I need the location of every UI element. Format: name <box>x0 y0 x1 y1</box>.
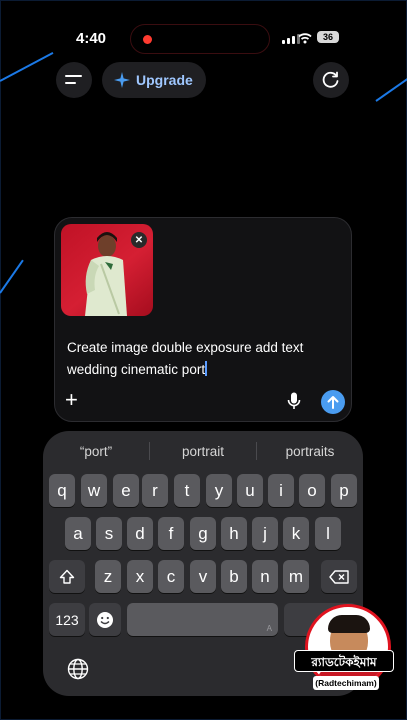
key[interactable]: p <box>331 474 357 507</box>
key[interactable]: q <box>49 474 75 507</box>
wifi-icon <box>298 33 312 44</box>
key[interactable]: m <box>283 560 309 593</box>
numbers-key[interactable]: 123 <box>49 603 85 636</box>
plus-icon: + <box>65 387 78 412</box>
creator-name: র‍্যাডটেকইমাম <box>294 650 394 672</box>
suggestion-item[interactable]: portraits <box>257 444 363 459</box>
key[interactable]: t <box>174 474 200 507</box>
suggestion-bar: “port” portrait portraits <box>43 439 363 463</box>
close-icon: ✕ <box>134 234 144 246</box>
space-key[interactable]: A <box>127 603 278 636</box>
prompt-text: Create image double exposure add text we… <box>67 340 304 377</box>
refresh-chat-icon <box>322 71 339 88</box>
shift-icon <box>59 569 75 584</box>
key[interactable]: h <box>221 517 247 550</box>
key[interactable]: v <box>190 560 216 593</box>
sparkle-icon <box>114 72 130 88</box>
battery-indicator: 36 <box>317 31 339 43</box>
backspace-key[interactable] <box>321 560 357 593</box>
text-cursor <box>205 361 207 376</box>
upgrade-button[interactable]: Upgrade <box>102 62 206 98</box>
dynamic-island <box>130 24 270 54</box>
key[interactable]: l <box>315 517 341 550</box>
status-bar: 4:40 36 <box>0 24 407 54</box>
menu-button[interactable] <box>56 62 92 98</box>
message-composer[interactable]: ✕ Create image double exposure add text … <box>54 217 352 422</box>
microphone-icon[interactable] <box>287 392 301 410</box>
clock: 4:40 <box>76 30 107 47</box>
key[interactable]: s <box>96 517 122 550</box>
key[interactable]: i <box>268 474 294 507</box>
key[interactable]: j <box>252 517 278 550</box>
key[interactable]: e <box>113 474 139 507</box>
key[interactable]: d <box>127 517 153 550</box>
menu-icon <box>65 75 82 84</box>
key[interactable]: a <box>65 517 91 550</box>
key[interactable]: n <box>252 560 278 593</box>
suggestion-item[interactable]: “port” <box>43 444 149 459</box>
globe-icon[interactable] <box>67 658 89 680</box>
avatar-hair <box>328 615 370 633</box>
emoji-key[interactable] <box>89 603 121 636</box>
recording-indicator-icon <box>143 35 152 44</box>
creator-handle: (Radtechimam) <box>313 676 379 690</box>
key[interactable]: o <box>299 474 325 507</box>
add-attachment-button[interactable]: + <box>65 389 78 411</box>
key[interactable]: x <box>127 560 153 593</box>
prompt-input[interactable]: Create image double exposure add text we… <box>67 337 337 381</box>
upgrade-label: Upgrade <box>136 72 193 88</box>
key[interactable]: y <box>206 474 232 507</box>
key[interactable]: w <box>81 474 107 507</box>
remove-attachment-button[interactable]: ✕ <box>131 232 147 248</box>
backspace-icon <box>329 569 349 584</box>
key[interactable]: u <box>237 474 263 507</box>
space-key-hint: A <box>266 624 272 633</box>
key[interactable]: b <box>221 560 247 593</box>
key[interactable]: c <box>158 560 184 593</box>
shift-key[interactable] <box>49 560 85 593</box>
key[interactable]: k <box>283 517 309 550</box>
key[interactable]: z <box>95 560 121 593</box>
new-chat-button[interactable] <box>313 62 349 98</box>
key[interactable]: f <box>158 517 184 550</box>
arrow-up-icon <box>327 396 339 409</box>
suggestion-item[interactable]: portrait <box>150 444 256 459</box>
key[interactable]: r <box>142 474 168 507</box>
key[interactable]: g <box>190 517 216 550</box>
emoji-icon <box>97 611 113 628</box>
send-button[interactable] <box>321 390 345 414</box>
